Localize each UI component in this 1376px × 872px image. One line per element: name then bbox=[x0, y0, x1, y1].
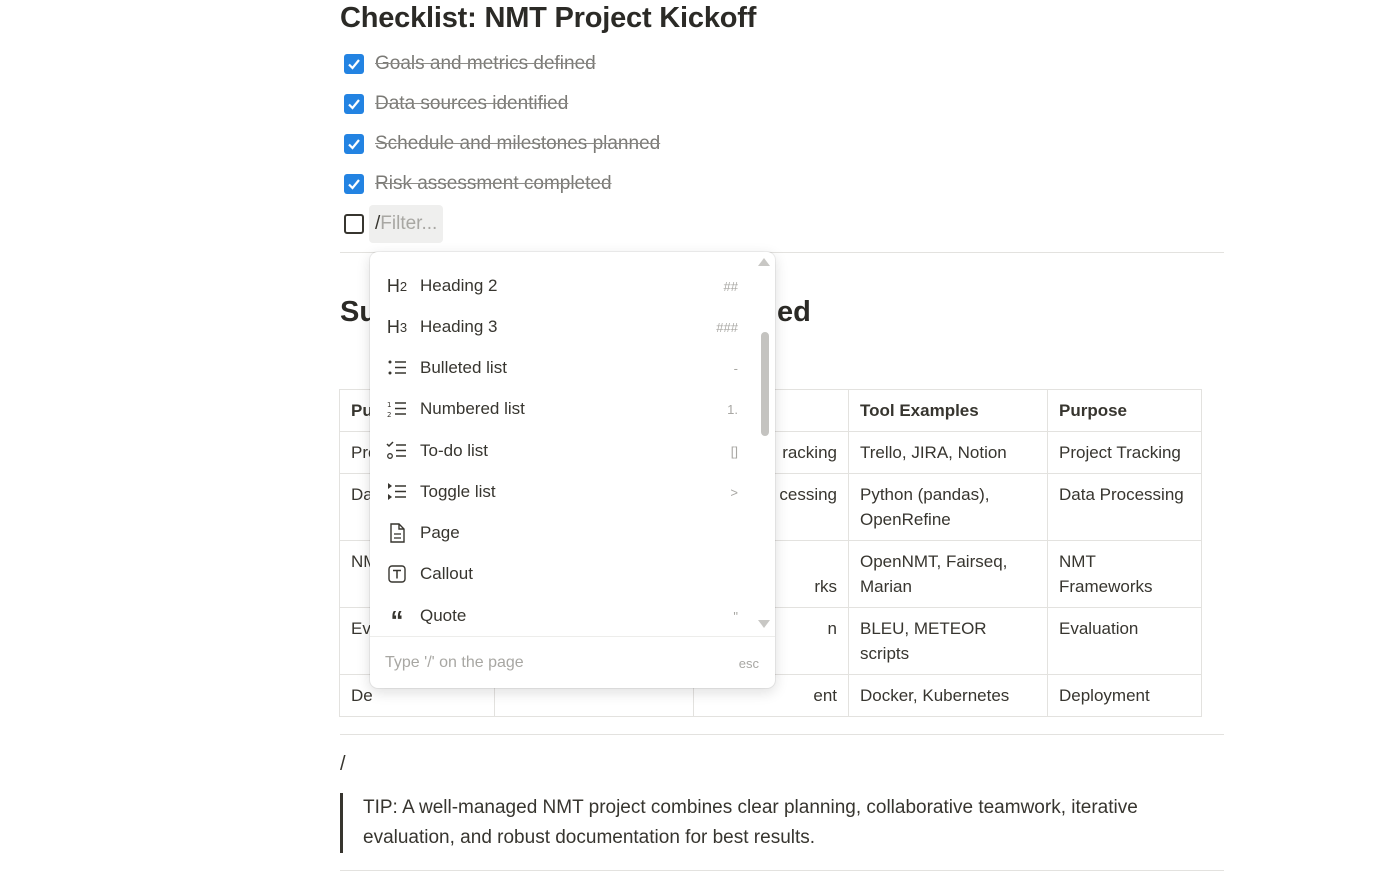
divider bbox=[340, 734, 1224, 735]
heading-3-icon: H3 bbox=[386, 316, 408, 337]
todo-item[interactable]: Risk assessment completed bbox=[344, 169, 612, 199]
svg-text:1: 1 bbox=[387, 401, 391, 409]
check-icon bbox=[348, 59, 360, 70]
table-cell[interactable]: OpenNMT, Fairseq, Marian bbox=[848, 540, 1048, 608]
menu-item-shortcut: ### bbox=[716, 319, 738, 335]
quote-icon: “ bbox=[390, 605, 404, 635]
todo-item[interactable]: Schedule and milestones planned bbox=[344, 129, 660, 159]
menu-item-shortcut: " bbox=[733, 608, 738, 624]
svg-text:2: 2 bbox=[387, 411, 391, 419]
table-cell[interactable]: Docker, Kubernetes bbox=[848, 674, 1048, 717]
scrolled-item-remnant bbox=[470, 252, 490, 254]
menu-item-label: Numbered list bbox=[420, 399, 525, 418]
check-icon bbox=[348, 99, 360, 110]
menu-item-heading-2[interactable]: H2 Heading 2 ## bbox=[376, 268, 756, 304]
menu-item-page[interactable]: Page bbox=[376, 515, 756, 551]
menu-item-label: Toggle list bbox=[420, 482, 496, 501]
todo-label[interactable]: Data sources identified bbox=[375, 93, 568, 115]
menu-item-todo-list[interactable]: To-do list [] bbox=[376, 433, 756, 469]
menu-item-shortcut: ## bbox=[723, 278, 738, 294]
menu-item-heading-3[interactable]: H3 Heading 3 ### bbox=[376, 309, 756, 345]
menu-item-quote[interactable]: “ Quote " bbox=[376, 598, 756, 634]
todo-item-new[interactable]: / Filter... bbox=[344, 204, 444, 244]
table-cell[interactable]: NMT Frameworks bbox=[1047, 540, 1202, 608]
table-cell[interactable]: Python (pandas), OpenRefine bbox=[848, 473, 1048, 541]
menu-item-label: Quote bbox=[420, 606, 467, 625]
table-cell[interactable]: BLEU, METEOR scripts bbox=[848, 607, 1048, 675]
menu-divider bbox=[370, 636, 775, 637]
menu-item-label: To-do list bbox=[420, 441, 489, 460]
menu-footer-hint: Type '/' on the page bbox=[385, 654, 524, 671]
numbered-list-icon: 12 bbox=[385, 397, 409, 421]
checkbox-checked[interactable] bbox=[344, 134, 364, 154]
checklist-heading[interactable]: Checklist: NMT Project Kickoff bbox=[340, 2, 756, 35]
menu-item-shortcut: > bbox=[730, 484, 738, 500]
table-cell[interactable]: Trello, JIRA, Notion bbox=[848, 431, 1048, 474]
checkbox-checked[interactable] bbox=[344, 54, 364, 74]
menu-item-label: Heading 2 bbox=[420, 276, 498, 295]
menu-item-toggle-list[interactable]: Toggle list > bbox=[376, 474, 756, 510]
table-cell[interactable]: Evaluation bbox=[1047, 607, 1202, 675]
todo-item[interactable]: Goals and metrics defined bbox=[344, 49, 596, 79]
callout-icon bbox=[385, 562, 409, 586]
todo-item[interactable]: Data sources identified bbox=[344, 89, 568, 119]
menu-item-label: Heading 3 bbox=[420, 317, 498, 336]
menu-item-callout[interactable]: Callout bbox=[376, 556, 756, 592]
todo-label[interactable]: Risk assessment completed bbox=[375, 173, 612, 195]
check-icon bbox=[348, 179, 360, 190]
menu-esc-hint[interactable]: esc bbox=[739, 656, 759, 671]
slash-command-menu: H2 Heading 2 ## H3 Heading 3 ### Bullete… bbox=[370, 252, 775, 688]
tip-quote-block[interactable]: TIP: A well-managed NMT project combines… bbox=[340, 793, 1200, 853]
checkbox-checked[interactable] bbox=[344, 94, 364, 114]
menu-item-numbered-list[interactable]: 12 Numbered list 1. bbox=[376, 391, 756, 427]
divider bbox=[340, 870, 1224, 871]
table-header-cell[interactable]: Purpose bbox=[1047, 389, 1202, 432]
todo-list-icon bbox=[385, 439, 409, 463]
menu-item-bulleted-list[interactable]: Bulleted list - bbox=[376, 350, 756, 386]
check-icon bbox=[348, 139, 360, 150]
menu-item-shortcut: [] bbox=[730, 443, 738, 459]
menu-item-label: Callout bbox=[420, 564, 473, 583]
scroll-down-arrow-icon[interactable] bbox=[758, 620, 770, 628]
checkbox-unchecked[interactable] bbox=[344, 214, 364, 234]
notion-page: Checklist: NMT Project Kickoff Goals and… bbox=[0, 0, 1376, 872]
table-cell[interactable]: Deployment bbox=[1047, 674, 1202, 717]
scroll-up-arrow-icon[interactable] bbox=[758, 258, 770, 266]
menu-item-label: Bulleted list bbox=[420, 358, 507, 377]
table-cell[interactable]: Project Tracking bbox=[1047, 431, 1202, 474]
slash-filter-input[interactable]: / Filter... bbox=[369, 205, 444, 243]
checkbox-checked[interactable] bbox=[344, 174, 364, 194]
page-icon bbox=[385, 521, 409, 545]
menu-item-shortcut: 1. bbox=[727, 401, 738, 417]
table-cell[interactable]: Data Processing bbox=[1047, 473, 1202, 541]
menu-item-shortcut: - bbox=[733, 360, 738, 376]
filter-placeholder: Filter... bbox=[380, 213, 438, 234]
slash-text-block[interactable]: / bbox=[340, 753, 346, 776]
todo-label[interactable]: Goals and metrics defined bbox=[375, 53, 596, 75]
heading-2-icon: H2 bbox=[386, 275, 408, 296]
section-heading-end[interactable]: ed bbox=[777, 296, 811, 329]
table-header-cell[interactable]: Tool Examples bbox=[848, 389, 1048, 432]
menu-scrollbar-thumb[interactable] bbox=[761, 332, 769, 436]
toggle-list-icon bbox=[385, 480, 409, 504]
todo-label[interactable]: Schedule and milestones planned bbox=[375, 133, 660, 155]
bulleted-list-icon bbox=[385, 356, 409, 380]
menu-item-label: Page bbox=[420, 523, 460, 542]
